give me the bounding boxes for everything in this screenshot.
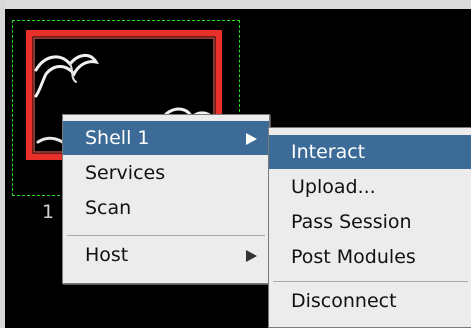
menu-item-shell[interactable]: Shell 1 [63,121,269,155]
submenu-item-interact[interactable]: Interact [269,135,471,169]
submenu-arrow-icon [246,133,257,145]
window-top-edge [0,0,471,9]
submenu-separator [273,281,468,282]
menu-item-label: Shell 1 [85,121,149,155]
menu-item-host[interactable]: Host [63,238,269,272]
submenu-arrow-icon [246,250,257,262]
submenu-item-label: Disconnect [291,290,397,312]
context-menu: Shell 1 Services Scan Host [62,114,270,284]
menu-item-label: Host [85,244,129,266]
shell-label-text: Shell 1 [85,127,150,149]
menu-item-services[interactable]: Services [63,156,269,190]
menu-separator [67,235,265,236]
submenu-item-post-modules[interactable]: Post Modules [269,240,471,274]
menu-item-label: Services [85,162,166,184]
submenu-item-label: Pass Session [291,211,412,233]
submenu-item-upload[interactable]: Upload... [269,170,471,204]
shell-submenu: Interact Upload... Pass Session Post Mod… [268,127,471,328]
submenu-item-label: Post Modules [291,246,416,268]
submenu-item-pass-session[interactable]: Pass Session [269,205,471,239]
menu-item-scan[interactable]: Scan [63,191,269,225]
menu-item-label: Scan [85,197,132,219]
submenu-item-label: Interact [291,141,366,163]
submenu-item-label: Upload... [291,176,376,198]
submenu-item-disconnect[interactable]: Disconnect [269,284,471,318]
host-label: 1 [42,201,55,223]
